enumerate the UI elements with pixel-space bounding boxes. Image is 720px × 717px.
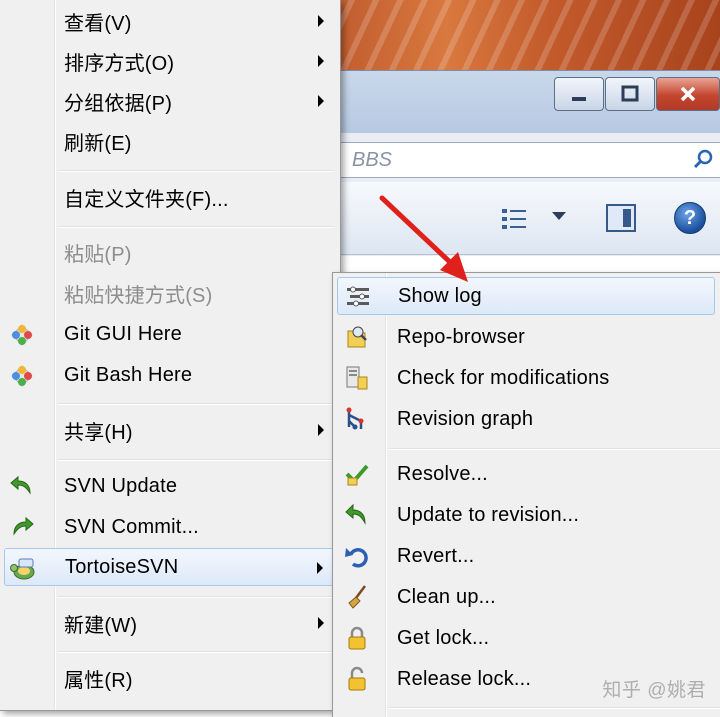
menu-item-paste: 粘贴(P) [4,233,334,271]
submenu-item-update-to-revision[interactable]: Update to revision... [337,496,715,534]
menu-item-group-by[interactable]: 分组依据(P) [4,82,334,120]
menu-separator [389,707,720,709]
menu-item-label: Git Bash Here [64,363,193,386]
menu-item-label: TortoiseSVN [65,555,179,578]
log-icon [347,286,369,307]
svn-update-icon [10,475,31,495]
menu-item-label: Check for modifications [397,366,610,389]
search-icon[interactable] [692,147,716,171]
menu-item-share[interactable]: 共享(H) [4,411,334,449]
red-annotation-arrow-icon [379,195,468,282]
cleanup-icon [348,585,366,609]
submenu-arrow-icon [317,562,323,574]
check-modifications-icon [346,366,368,390]
menu-item-label: Revert... [397,544,475,567]
submenu-item-get-lock[interactable]: Get lock... [337,619,715,657]
context-menu: 查看(V) 排序方式(O) 分组依据(P) 刷新(E) 自定义文件夹(F)...… [0,0,341,711]
menu-item-git-gui[interactable]: Git GUI Here [4,315,334,353]
menu-item-label: 分组依据(P) [64,92,173,115]
submenu-arrow-icon [318,95,324,107]
address-bar[interactable]: BBS [300,142,720,178]
submenu-arrow-icon [318,617,324,629]
menu-item-view[interactable]: 查看(V) [4,2,334,40]
menu-item-paste-shortcut: 粘贴快捷方式(S) [4,274,334,312]
menu-item-label: Get lock... [397,626,490,649]
menu-item-label: 自定义文件夹(F)... [64,188,229,211]
submenu-item-resolve[interactable]: Resolve... [337,455,715,493]
update-revision-icon [345,503,366,525]
address-text: BBS [352,149,393,171]
submenu-item-check-modifications[interactable]: Check for modifications [337,359,715,397]
window-controls [553,77,720,111]
submenu-arrow-icon [318,424,324,436]
menu-item-label: Resolve... [397,462,488,485]
lock-icon [348,626,366,650]
tortoisesvn-submenu: Show log Repo-browser Check for modifica… [332,272,720,717]
svn-commit-icon [13,516,34,536]
menu-item-properties[interactable]: 属性(R) [4,659,334,697]
menu-item-label: 排序方式(O) [64,52,175,75]
menu-item-tortoisesvn[interactable]: TortoiseSVN [4,548,334,586]
minimize-icon [572,97,586,101]
menu-item-customize-folder[interactable]: 自定义文件夹(F)... [4,178,334,216]
menu-item-label: Repo-browser [397,325,526,348]
explorer-toolbar: ? [300,182,720,255]
menu-item-sort-by[interactable]: 排序方式(O) [4,42,334,80]
git-icon [11,324,33,346]
help-icon[interactable]: ? [674,202,706,234]
menu-item-svn-commit[interactable]: SVN Commit... [4,508,334,546]
menu-separator [58,226,334,228]
menu-separator [58,403,334,405]
submenu-item-clean-up[interactable]: Clean up... [337,578,715,616]
menu-item-label: 共享(H) [64,421,133,444]
preview-pane-icon[interactable] [606,204,636,232]
menu-separator [58,170,334,172]
menu-item-label: Clean up... [397,585,496,608]
minimize-button[interactable] [554,77,604,111]
menu-separator [58,596,334,598]
unlock-icon [348,666,366,691]
repo-browser-icon [347,326,367,348]
close-icon [680,86,696,102]
menu-item-label: 属性(R) [64,669,133,692]
menu-item-refresh[interactable]: 刷新(E) [4,122,334,160]
maximize-icon [621,85,639,102]
tortoise-icon [10,558,35,580]
menu-item-label: Update to revision... [397,503,580,526]
submenu-item-repo-browser[interactable]: Repo-browser [337,318,715,356]
menu-separator [389,448,720,450]
view-dropdown-icon[interactable] [552,212,566,220]
menu-item-label: 粘贴快捷方式(S) [64,284,213,307]
menu-item-label: SVN Commit... [64,515,199,538]
close-button[interactable] [656,77,720,111]
menu-separator [58,651,334,653]
submenu-arrow-icon [318,55,324,67]
menu-separator [58,459,334,461]
git-icon [11,365,33,387]
menu-item-new[interactable]: 新建(W) [4,604,334,642]
menu-item-label: 查看(V) [64,12,132,35]
menu-item-label: 新建(W) [64,614,138,637]
revision-graph-icon [346,407,364,430]
submenu-item-revision-graph[interactable]: Revision graph [337,400,715,438]
menu-item-git-bash[interactable]: Git Bash Here [4,356,334,394]
resolve-icon [345,464,369,486]
menu-item-label: SVN Update [64,474,178,497]
menu-item-svn-update[interactable]: SVN Update [4,467,334,505]
maximize-button[interactable] [605,77,655,111]
menu-item-label: Release lock... [397,667,532,690]
view-options-icon[interactable] [500,206,530,232]
submenu-item-revert[interactable]: Revert... [337,537,715,575]
menu-item-label: 粘贴(P) [64,243,132,266]
menu-item-label: Revision graph [397,407,534,430]
window-titlebar [300,70,720,133]
menu-item-label: 刷新(E) [64,132,132,155]
submenu-arrow-icon [318,15,324,27]
menu-item-label: Git GUI Here [64,322,182,345]
revert-icon [345,548,368,568]
watermark: 知乎 @姚君 [602,680,706,701]
